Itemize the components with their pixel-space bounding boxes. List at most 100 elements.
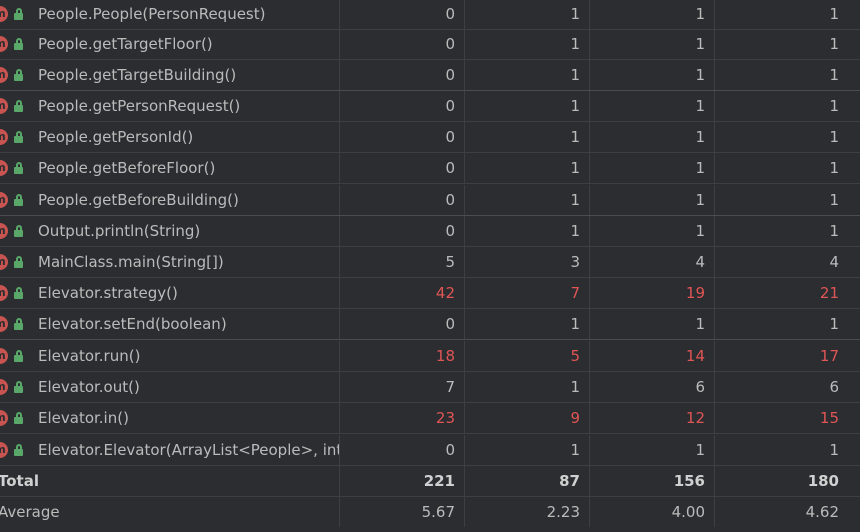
total-row: Total 221 87 156 180	[0, 466, 860, 497]
unlocked-public-icon	[14, 412, 24, 424]
metric-value: 6	[829, 378, 839, 396]
unlocked-public-icon	[14, 131, 24, 143]
total-value: 87	[465, 466, 590, 496]
metric-value: 1	[590, 29, 715, 59]
metric-value: 0	[340, 153, 465, 183]
method-cell: m People.getPersonId()	[0, 122, 340, 152]
method-icon: m	[0, 348, 8, 364]
metric-value: 7	[340, 372, 465, 402]
method-cell: m Elevator.in()	[0, 403, 340, 433]
table-row[interactable]: m Elevator.in() 23 9 12 15	[0, 403, 860, 434]
table-row[interactable]: m Elevator.Elevator(ArrayList<People>, i…	[0, 435, 860, 466]
method-cell: m People.getPersonRequest()	[0, 91, 340, 121]
metric-value: 1	[829, 97, 839, 115]
method-name: People.getBeforeFloor()	[38, 159, 216, 177]
table-row[interactable]: m People.getBeforeBuilding() 0 1 1 1	[0, 185, 860, 216]
table-row[interactable]: m Elevator.out() 7 1 6 6	[0, 372, 860, 403]
metric-value: 0	[340, 216, 465, 246]
metric-value: 4	[829, 253, 839, 271]
metric-value: 1	[465, 122, 590, 152]
metric-value: 1	[590, 435, 715, 465]
method-icon: m	[0, 129, 8, 145]
total-label-cell: Total	[0, 466, 340, 496]
metric-value: 6	[590, 372, 715, 402]
metric-value: 1	[829, 128, 839, 146]
table-row[interactable]: m MainClass.main(String[]) 5 3 4 4	[0, 247, 860, 278]
method-name: Elevator.in()	[38, 409, 129, 427]
metric-value-high: 14	[590, 341, 715, 371]
unlocked-public-icon	[14, 256, 24, 268]
unlocked-public-icon	[14, 287, 24, 299]
table-row[interactable]: m Output.println(String) 0 1 1 1	[0, 216, 860, 247]
method-icon: m	[0, 285, 8, 301]
method-icon: m	[0, 410, 8, 426]
method-icon: m	[0, 223, 8, 239]
unlocked-public-icon	[14, 350, 24, 362]
table-row[interactable]: m People.getBeforeFloor() 0 1 1 1	[0, 153, 860, 184]
table-row[interactable]: m People.People(PersonRequest) 0 1 1 1	[0, 0, 860, 30]
average-value: 4.62	[805, 503, 839, 521]
average-value: 2.23	[465, 497, 590, 527]
metric-value: 1	[465, 435, 590, 465]
table-row[interactable]: m Elevator.run() 18 5 14 17	[0, 341, 860, 372]
method-name: People.getBeforeBuilding()	[38, 191, 239, 209]
method-cell: m People.getTargetBuilding()	[0, 60, 340, 90]
metric-value: 1	[465, 216, 590, 246]
unlocked-public-icon	[14, 38, 24, 50]
average-label-cell: Average	[0, 497, 340, 527]
metric-value-high: 7	[465, 278, 590, 308]
metric-value: 1	[465, 153, 590, 183]
total-value: 156	[590, 466, 715, 496]
unlocked-public-icon	[14, 162, 24, 174]
method-name: Elevator.strategy()	[38, 284, 178, 302]
metric-value: 0	[340, 60, 465, 90]
metric-value-high: 17	[819, 347, 839, 365]
method-icon: m	[0, 36, 8, 52]
method-name: Elevator.run()	[38, 347, 141, 365]
method-icon: m	[0, 67, 8, 83]
method-name: People.getTargetBuilding()	[38, 66, 237, 84]
metric-value: 0	[340, 122, 465, 152]
method-cell: m Elevator.out()	[0, 372, 340, 402]
table-row[interactable]: m People.getPersonRequest() 0 1 1 1	[0, 91, 860, 122]
total-label: Total	[0, 472, 39, 490]
metric-value-high: 23	[340, 403, 465, 433]
metric-value-high: 9	[465, 403, 590, 433]
method-icon: m	[0, 379, 8, 395]
metric-value-high: 12	[590, 403, 715, 433]
method-cell: m Elevator.run()	[0, 341, 340, 371]
method-cell: m Elevator.Elevator(ArrayList<People>, i…	[0, 435, 340, 465]
unlocked-public-icon	[14, 444, 24, 456]
metric-value: 1	[829, 222, 839, 240]
metric-value: 1	[465, 60, 590, 90]
metric-value: 1	[829, 441, 839, 459]
metric-value: 3	[465, 247, 590, 277]
method-name: Elevator.setEnd(boolean)	[38, 315, 227, 333]
metric-value: 0	[340, 91, 465, 121]
table-row[interactable]: m People.getTargetFloor() 0 1 1 1	[0, 29, 860, 60]
method-cell: m Output.println(String)	[0, 216, 340, 246]
method-cell: m MainClass.main(String[])	[0, 247, 340, 277]
metric-value: 0	[340, 0, 465, 29]
metric-value: 1	[829, 191, 839, 209]
method-icon: m	[0, 442, 8, 458]
method-icon: m	[0, 254, 8, 270]
unlocked-public-icon	[14, 100, 24, 112]
table-row[interactable]: m People.getTargetBuilding() 0 1 1 1	[0, 60, 860, 91]
table-row[interactable]: m Elevator.setEnd(boolean) 0 1 1 1	[0, 309, 860, 340]
method-icon: m	[0, 6, 8, 22]
table-row[interactable]: m Elevator.strategy() 42 7 19 21	[0, 278, 860, 309]
unlocked-public-icon	[14, 225, 24, 237]
table-row[interactable]: m People.getPersonId() 0 1 1 1	[0, 122, 860, 153]
total-value: 221	[340, 466, 465, 496]
method-name: People.People(PersonRequest)	[38, 5, 266, 23]
total-value: 180	[807, 472, 839, 490]
metric-value: 1	[590, 0, 715, 29]
metric-value-high: 15	[819, 409, 839, 427]
metric-value-high: 21	[819, 284, 839, 302]
metric-value: 1	[829, 315, 839, 333]
metric-value: 1	[590, 309, 715, 339]
metric-value: 1	[590, 185, 715, 215]
metric-value: 1	[829, 159, 839, 177]
unlocked-public-icon	[14, 69, 24, 81]
